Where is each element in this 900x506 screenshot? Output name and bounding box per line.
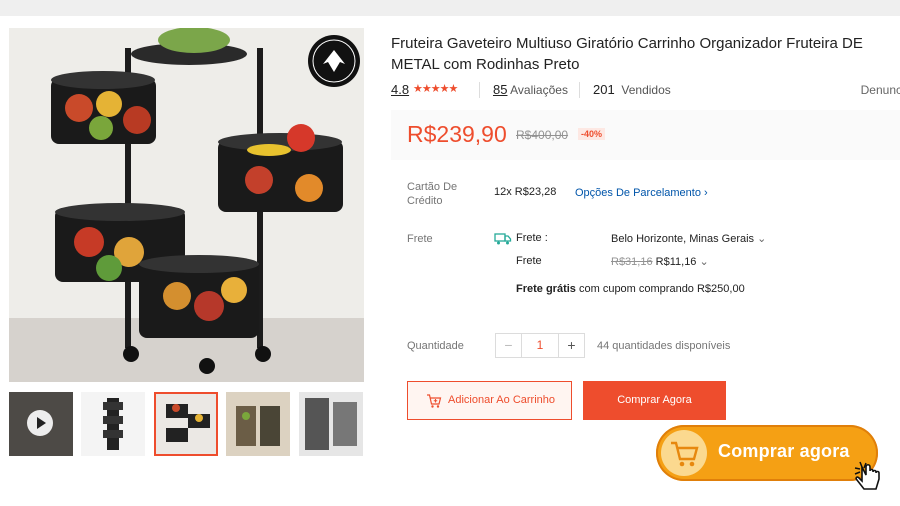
star-rating-icon: ★★★★★ — [413, 83, 458, 95]
chevron-down-icon: ⌄ — [757, 233, 767, 245]
rating-value[interactable]: 4.8 — [391, 82, 409, 97]
quantity-label: Quantidade — [407, 340, 464, 352]
shipping-cost-new: R$11,16 — [655, 256, 697, 268]
cart-plus-icon — [426, 393, 442, 409]
brand-logo — [307, 34, 361, 88]
free-shipping-rest: com cupom comprando R$250,00 — [578, 283, 745, 295]
thumbnail-round-baskets[interactable] — [154, 392, 218, 456]
discount-badge: -40% — [578, 128, 606, 140]
thumbnail-strip — [9, 392, 364, 456]
product-title: Fruteira Gaveteiro Multiuso Giratório Ca… — [391, 35, 863, 73]
divider — [479, 82, 480, 98]
product-stats: 4.8 ★★★★★ 85 Avaliações 201 Vendidos Den… — [391, 82, 900, 98]
installment-options-label: Opções De Parcelamento — [575, 187, 701, 199]
reviews-label: Avaliações — [510, 83, 568, 97]
installments-label: Cartão De Crédito — [407, 181, 458, 207]
top-bar — [0, 0, 900, 16]
comprar-agora-cta-button[interactable]: Comprar agora — [656, 425, 878, 481]
chevron-down-icon: ⌄ — [699, 256, 709, 268]
price-box: R$239,90 R$400,00 -40% — [391, 110, 900, 160]
add-to-cart-label: Adicionar Ao Carrinho — [448, 394, 556, 406]
sold-label: Vendidos — [621, 83, 671, 97]
shipping-destination-value: Belo Horizonte, Minas Gerais — [611, 233, 755, 245]
truck-icon — [494, 232, 512, 245]
free-shipping-note: Frete grátis com cupom comprando R$250,0… — [516, 283, 745, 295]
divider — [579, 82, 580, 98]
cta-label: Comprar agora — [718, 441, 850, 461]
shopping-cart-icon — [661, 430, 707, 476]
sold-count: 201 — [593, 82, 615, 97]
chevron-right-icon: › — [704, 187, 708, 199]
quantity-decrease-button[interactable]: − — [496, 334, 521, 357]
shipping-label: Frete — [407, 233, 433, 245]
installments-value: 12x R$23,28 — [494, 186, 557, 198]
thumbnail-tower-cart[interactable] — [81, 392, 145, 456]
installment-options-link[interactable]: Opções De Parcelamento › — [575, 187, 708, 199]
hand-pointer-icon — [852, 459, 892, 499]
reviews-link[interactable]: 85 Avaliações — [493, 82, 568, 97]
shipping-cost-label: Frete — [516, 255, 542, 267]
play-icon — [27, 410, 53, 436]
available-quantity: 44 quantidades disponíveis — [597, 340, 731, 352]
report-link[interactable]: Denunc — [861, 83, 900, 97]
shipping-cost[interactable]: R$31,16 R$11,16 ⌄ — [611, 255, 709, 268]
quantity-increase-button[interactable]: + — [559, 334, 584, 357]
quantity-stepper: − 1 + — [495, 333, 585, 358]
shipping-destination[interactable]: Belo Horizonte, Minas Gerais ⌄ — [611, 232, 766, 245]
original-price: R$400,00 — [516, 128, 569, 142]
thumbnail-detail[interactable] — [299, 392, 363, 456]
add-to-cart-button[interactable]: Adicionar Ao Carrinho — [407, 381, 572, 420]
quantity-input[interactable]: 1 — [521, 334, 559, 357]
shipping-to-label: Frete : — [516, 232, 548, 244]
reviews-count: 85 — [493, 82, 508, 97]
current-price: R$239,90 — [407, 121, 507, 147]
thumbnail-video[interactable] — [9, 392, 73, 456]
free-shipping-bold: Frete grátis — [516, 283, 576, 295]
shipping-cost-old: R$31,16 — [611, 256, 653, 268]
thumbnail-kitchen-cart[interactable] — [226, 392, 290, 456]
buy-now-button[interactable]: Comprar Agora — [583, 381, 726, 420]
